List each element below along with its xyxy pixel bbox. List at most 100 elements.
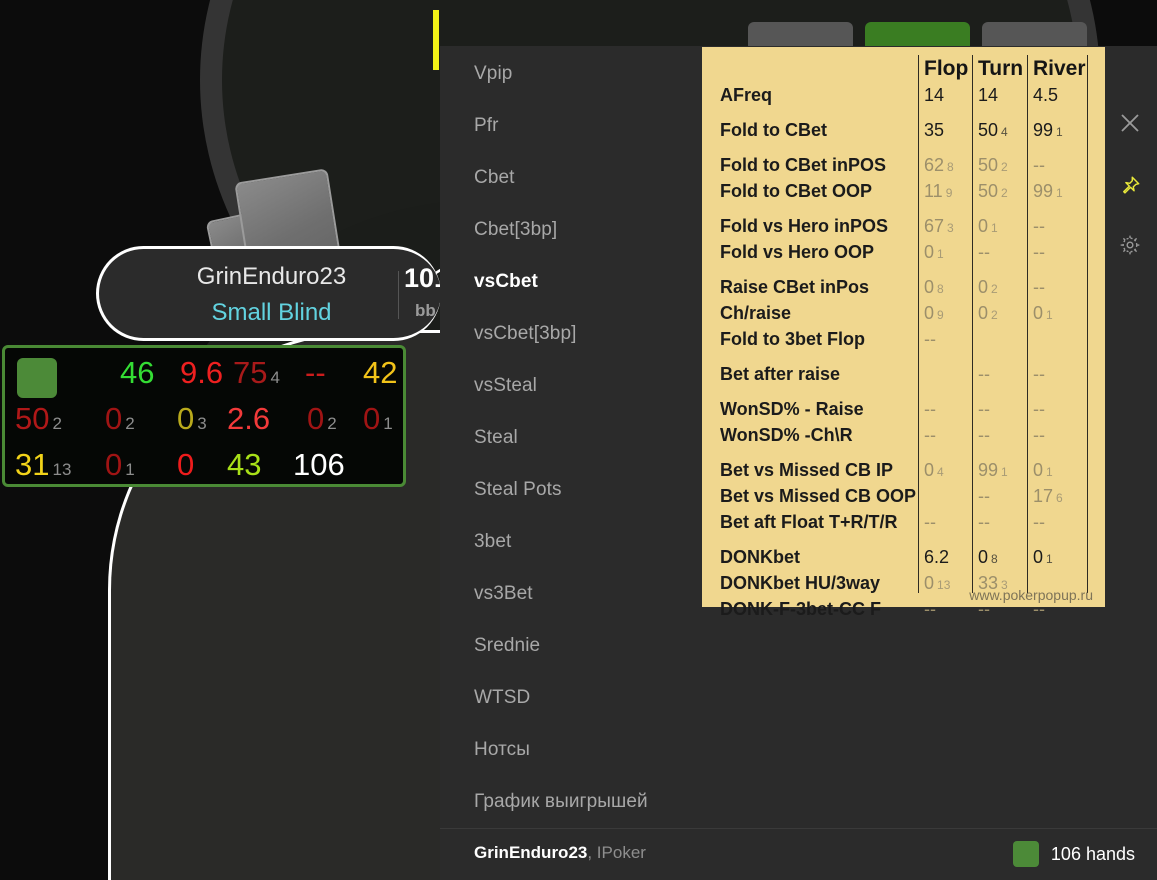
popup-icon-rail [1104, 46, 1157, 880]
gear-icon[interactable] [1115, 230, 1145, 260]
stats-cell-turn: 01 [978, 216, 998, 236]
turn-timer-marker [433, 10, 439, 70]
hands-color-swatch [1012, 841, 1039, 867]
menu-item-steal-pots[interactable]: Steal Pots [474, 479, 562, 501]
stats-cell-flop: 35 [924, 120, 945, 140]
stats-row: Fold to CBet inPOS 62 8 50 2 -- [702, 154, 1105, 177]
hands-count: 106 hands [1050, 843, 1135, 864]
statusbar-site: , IPoker [587, 843, 646, 862]
stats-row-label: DONKbet HU/3way [720, 573, 881, 593]
menu-item-график-выигрышей[interactable]: График выигрышей [474, 791, 648, 813]
hud-stat-row: 50 2 0 2 0 3 2.6 0 2 0 1 [5, 396, 403, 442]
statusbar-hands-group: 106 hands [1012, 841, 1135, 867]
stats-row-label: Fold vs Hero OOP [720, 242, 875, 262]
stats-row: Bet aft Float T+R/T/R -- -- -- [702, 511, 1105, 534]
close-icon[interactable] [1115, 108, 1145, 138]
menu-item-wtsd[interactable]: WTSD [474, 687, 530, 709]
stats-cell-turn: -- [978, 399, 990, 419]
stats-cell-turn: 14 [978, 85, 999, 105]
stats-cell-turn: -- [978, 364, 990, 384]
menu-item-3bet[interactable]: 3bet [474, 531, 511, 553]
menu-item-vssteal[interactable]: vsSteal [474, 375, 537, 397]
stats-row: Ch/raise 0 9 0 2 0 1 [702, 302, 1105, 325]
stats-row: DONKbet HU/3way 0 13 33 3 [702, 572, 1105, 595]
stats-cell-flop: 67 3 [924, 216, 954, 236]
popup-statusbar: GrinEnduro23, IPoker 106 hands [440, 828, 1157, 880]
stats-row-label: Bet vs Missed CB IP [720, 460, 894, 480]
menu-item-cbet-3bp[interactable]: Cbet[3bp] [474, 219, 557, 241]
hud-stat-value: 50 2 [15, 401, 62, 436]
stats-cell-river: -- [1033, 425, 1045, 445]
stats-cell-turn: 33 3 [978, 573, 1008, 593]
hud-stat-row: 31 13 0 1 0 43 106 [5, 442, 403, 488]
stats-cell-river: -- [1033, 242, 1045, 262]
hud-stat-value: 01 [105, 447, 135, 482]
stats-cell-river: 99 1 [1033, 181, 1063, 201]
hud-stats-box[interactable]: 46 9.6 75 4 -- 42 50 2 0 2 0 3 2.6 0 2 0 1 31 13 0 1 0 43 106 [2, 345, 406, 487]
hud-stat-value: 2.6 [227, 401, 271, 436]
stats-cell-flop: 08 [924, 277, 944, 297]
statusbar-player-name: GrinEnduro23 [474, 843, 588, 862]
hud-stat-value: 0 [177, 447, 195, 482]
stats-cell-river: -- [1033, 216, 1045, 236]
menu-item-vs3bet[interactable]: vs3Bet [474, 583, 533, 605]
stats-row-label: DONKbet [720, 547, 800, 567]
column-header-flop: Flop [924, 57, 969, 80]
stats-cell-turn: 50 2 [978, 155, 1008, 175]
hud-stat-value: 03 [177, 401, 207, 436]
stats-row: Bet vs Missed CB OOP -- 17 6 [702, 485, 1105, 508]
stats-row: AFreq 14 14 4.5 [702, 84, 1105, 107]
stats-row: Fold vs Hero inPOS 67 3 0 1 -- [702, 215, 1105, 238]
stats-cell-flop: 09 [924, 303, 944, 323]
hud-nameplate[interactable]: GrinEnduro23 Small Blind 101 bb [96, 246, 449, 341]
stats-cell-river: 17 6 [1033, 486, 1063, 506]
menu-item-pfr[interactable]: Pfr [474, 115, 499, 137]
player-position: Small Blind [211, 299, 332, 326]
stats-row-label: WonSD% -Ch\R [720, 425, 853, 445]
player-stack-unit: bb [415, 301, 436, 320]
stats-row: Bet after raise -- -- [702, 363, 1105, 386]
menu-item-vscbet-3bp[interactable]: vsCbet[3bp] [474, 323, 577, 345]
menu-item-srednie[interactable]: Srednie [474, 635, 540, 657]
stats-cell-turn: 50 2 [978, 181, 1008, 201]
stats-row-label: Bet vs Missed CB OOP [720, 486, 917, 506]
stats-row: WonSD% -Ch\R -- -- -- [702, 424, 1105, 447]
stats-cell-river: 01 [1033, 303, 1053, 323]
stats-row-label: Fold vs Hero inPOS [720, 216, 889, 236]
hud-stat-value: 9.6 [180, 355, 224, 390]
menu-item-vpip[interactable]: Vpip [474, 63, 512, 85]
stats-cell-flop: 62 8 [924, 155, 954, 175]
stats-cell-turn: -- [978, 512, 990, 532]
menu-item-cbet[interactable]: Cbet [474, 167, 515, 189]
hud-stat-value: 31 13 [15, 447, 72, 482]
stats-cell-turn: 99 1 [978, 460, 1008, 480]
stats-row-label: DONK-F-3bet-CC F [720, 599, 881, 619]
stats-row: DONKbet 6.2 0 8 0 1 [702, 546, 1105, 569]
pin-icon[interactable] [1115, 171, 1145, 201]
stats-row-label: Fold to CBet [720, 120, 827, 140]
hud-stat-value: 75 4 [233, 355, 280, 390]
column-header-river: River [1033, 57, 1086, 80]
hud-stat-value: 46 [120, 355, 155, 390]
stats-table-panel: Flop Turn River www.pokerpopup.ru AFreq 1… [702, 47, 1105, 619]
stats-cell-river: -- [1033, 155, 1045, 175]
stats-cell-flop: 14 [924, 85, 945, 105]
stats-cell-flop: 01 [924, 242, 944, 262]
hud-stat-value: 106 [293, 447, 345, 482]
stats-row: Raise CBet inPos 0 8 0 2 -- [702, 276, 1105, 299]
statusbar-player: GrinEnduro23, IPoker [474, 843, 646, 863]
stats-cell-flop: -- [924, 512, 936, 532]
stat-category-menu: Vpip Pfr Cbet Cbet[3bp] vsCbet vsCbet[3bp] vsS… [440, 46, 702, 828]
stats-row-label: Ch/raise [720, 303, 792, 323]
menu-item-нотсы[interactable]: Нотсы [474, 739, 530, 761]
stats-cell-river: -- [1033, 512, 1045, 532]
stats-row-label: Fold to CBet inPOS [720, 155, 886, 175]
stats-row-label: AFreq [720, 85, 773, 105]
stats-cell-turn: -- [978, 425, 990, 445]
stats-row: Fold to CBet 35 50 4 99 1 [702, 119, 1105, 142]
menu-item-vscbet[interactable]: vsCbet [474, 271, 538, 293]
stats-cell-flop: 11 9 [924, 181, 953, 201]
stats-cell-flop: 04 [924, 460, 944, 480]
menu-item-steal[interactable]: Steal [474, 427, 518, 449]
stats-row: DONK-F-3bet-CC F -- -- -- [702, 598, 1105, 621]
